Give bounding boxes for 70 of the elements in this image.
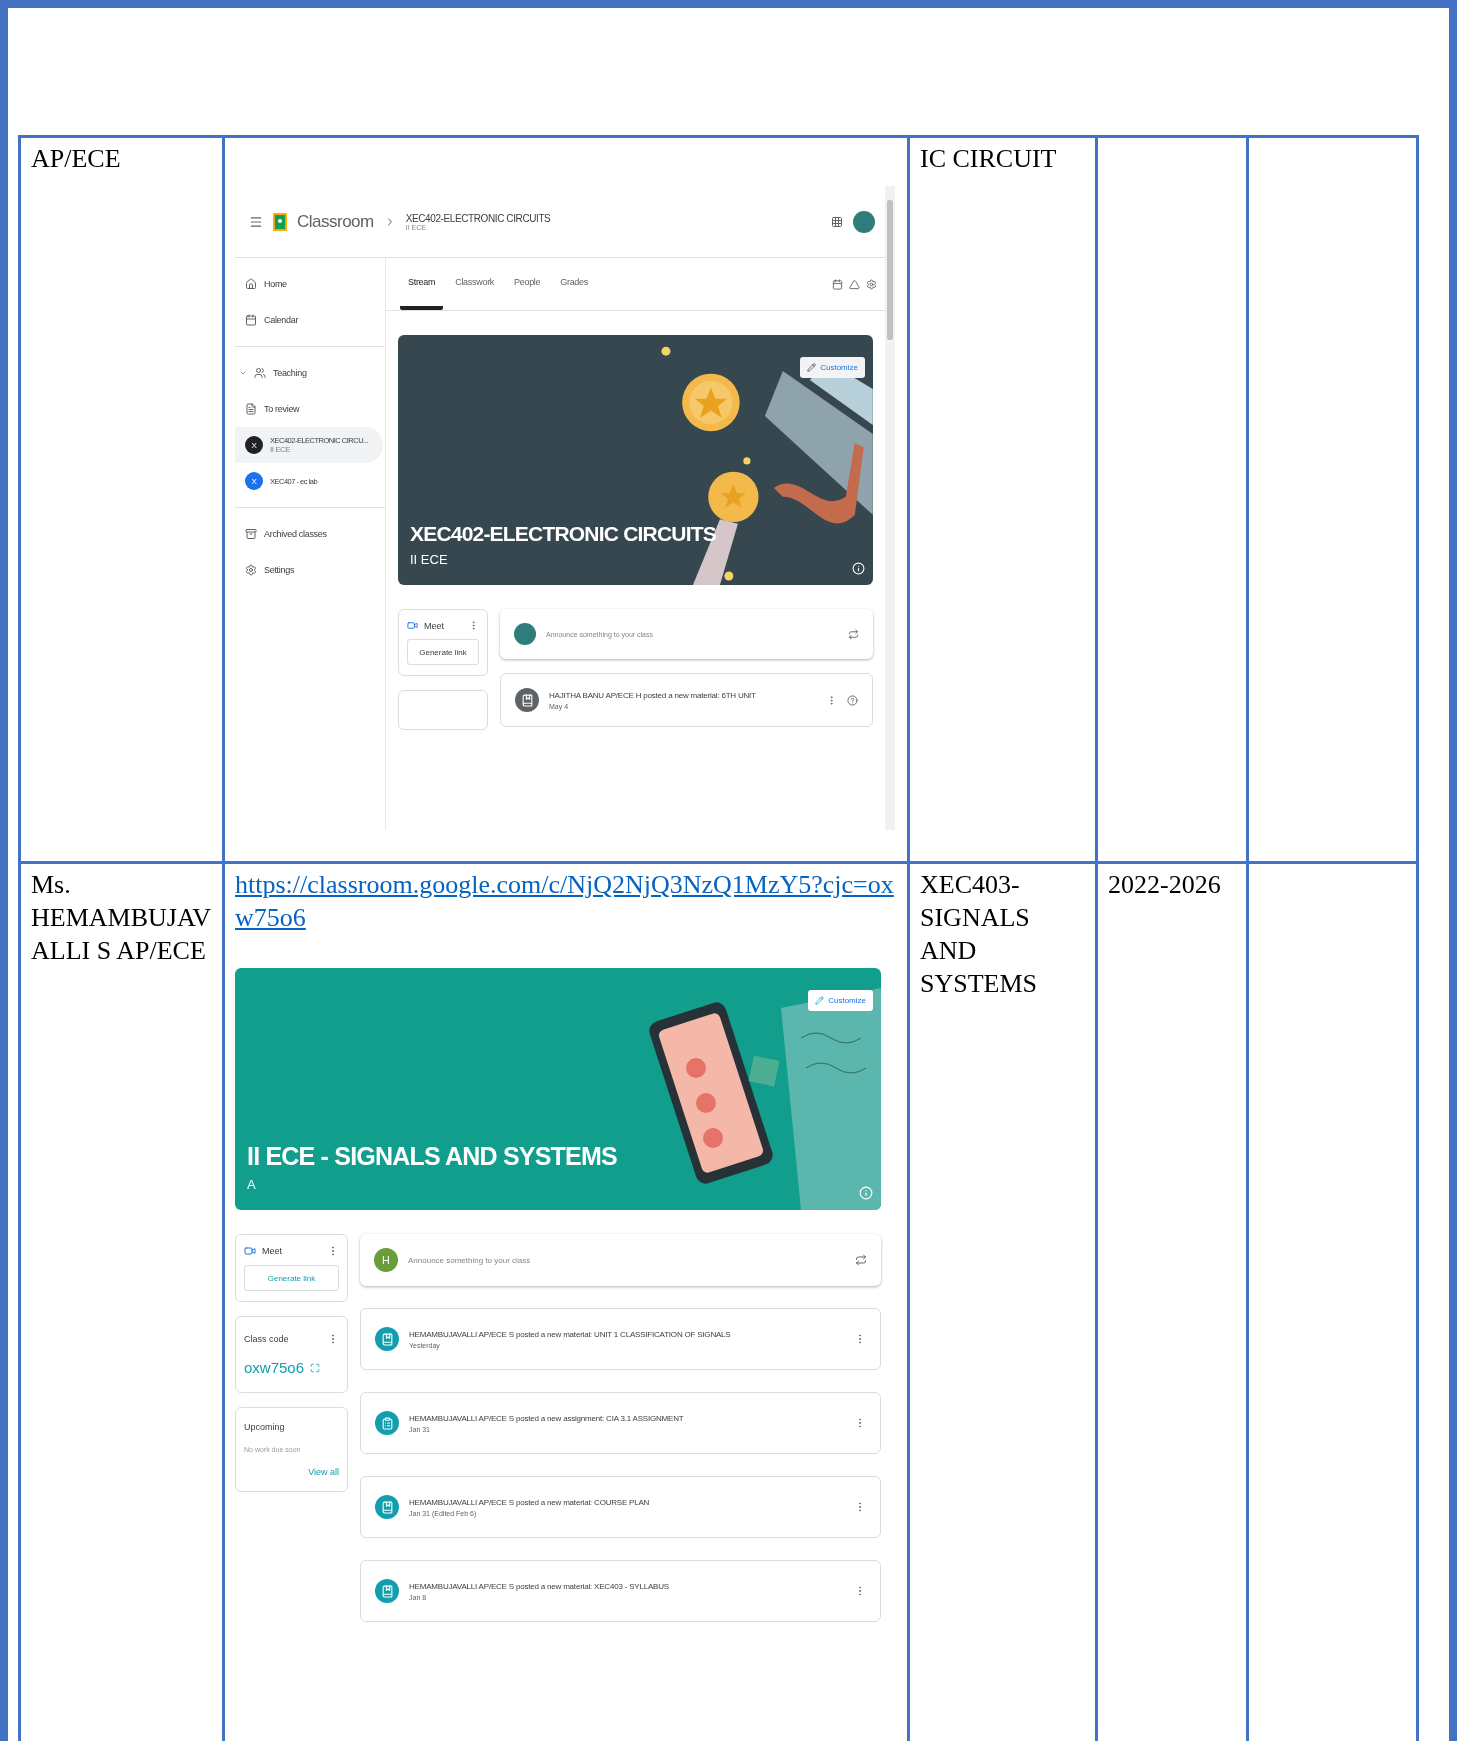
- announce-placeholder: Announce something to your class: [408, 1255, 532, 1265]
- post-text: HEMAMBUJAVALLI AP/ECE S posted a new material: COURSE PLAN: [409, 1497, 651, 1507]
- avatar-icon: H: [374, 1248, 398, 1272]
- repost-icon[interactable]: [855, 1254, 867, 1266]
- class-code: oxw75o6: [244, 1359, 305, 1376]
- avatar-icon[interactable]: [853, 210, 875, 233]
- drive-icon[interactable]: [849, 278, 860, 290]
- customize-button[interactable]: Customize: [800, 357, 865, 378]
- apps-grid-icon[interactable]: [831, 215, 843, 228]
- settings-icon[interactable]: [866, 278, 877, 290]
- menu-icon[interactable]: [249, 214, 263, 229]
- bookmark-icon: [375, 1327, 399, 1351]
- sidebar-item[interactable]: Archived classes: [235, 516, 383, 552]
- home-icon: [245, 278, 257, 290]
- fullscreen-icon[interactable]: [310, 1362, 321, 1373]
- avatar-icon: [514, 623, 536, 645]
- sidebar-item[interactable]: To review: [235, 391, 383, 427]
- cell-text: AP/ECE: [31, 143, 122, 175]
- sidebar-item[interactable]: Settings: [235, 552, 383, 588]
- tab[interactable]: People: [506, 258, 549, 310]
- repost-icon[interactable]: [848, 628, 859, 640]
- post-text: HAJITHA BANU AP/ECE H posted a new material: 6TH UNIT: [549, 690, 757, 700]
- generate-link-button[interactable]: Generate link: [407, 639, 479, 665]
- class-title: XEC402-ELECTRONIC CIRCUITS: [405, 212, 552, 224]
- app-logo-icon: [273, 212, 287, 231]
- post-text: HEMAMBUJAVALLI AP/ECE S posted a new material: XEC403 - SYLLABUS: [409, 1581, 670, 1591]
- help-icon[interactable]: [847, 694, 858, 706]
- tab[interactable]: Classwork: [447, 258, 503, 310]
- calendar-icon[interactable]: [832, 278, 843, 290]
- video-camera-icon: [407, 620, 418, 631]
- bookmark-icon: [375, 1579, 399, 1603]
- cell-text: XEC403- SIGNALS AND SYSTEMS: [920, 869, 1039, 1000]
- classroom-link[interactable]: https://classroom.google.com/c/NjQ2NjQ3NzQ1MzY5?cjc=oxw75o6: [235, 868, 897, 934]
- sidebar-item[interactable]: Teaching: [235, 355, 383, 391]
- upcoming-label: Upcoming: [244, 1422, 286, 1432]
- banner-section: II ECE: [410, 552, 861, 567]
- bookmark-icon: [375, 1495, 399, 1519]
- settings-icon: [245, 564, 257, 576]
- banner-title: II ECE - SIGNALS AND SYSTEMS: [247, 1142, 618, 1171]
- class-avatar: X: [245, 472, 263, 490]
- tab[interactable]: Grades: [552, 258, 596, 310]
- sidebar-item[interactable]: Calendar: [235, 302, 383, 338]
- announce-field[interactable]: H Announce something to your class: [360, 1234, 881, 1286]
- people-icon: [254, 367, 266, 379]
- class-code-label: Class code: [244, 1334, 290, 1344]
- app-name: Classroom: [297, 211, 374, 232]
- cell-text: 2022-2026: [1108, 869, 1222, 901]
- cell-text: Ms. HEMAMBUJAVALLI S AP/ECE: [31, 869, 212, 967]
- clipboard-icon: [375, 1411, 399, 1435]
- caret-icon: [239, 369, 247, 377]
- archive-icon: [245, 528, 257, 540]
- banner-section: A: [247, 1177, 869, 1192]
- bookmark-icon: [515, 688, 539, 712]
- tab[interactable]: Stream: [400, 258, 444, 310]
- meet-label: Meet: [424, 620, 445, 631]
- video-camera-icon: [244, 1245, 256, 1257]
- post-text: HEMAMBUJAVALLI AP/ECE S posted a new material: UNIT 1 CLASSIFICATION OF SIGNALS: [409, 1329, 732, 1339]
- document-icon: [245, 403, 257, 415]
- meet-label: Meet: [262, 1246, 283, 1256]
- class-section: II ECE: [270, 445, 368, 454]
- customize-button[interactable]: Customize: [808, 990, 873, 1011]
- sidebar-item[interactable]: Home: [235, 266, 383, 302]
- cell-text: IC CIRCUIT: [920, 143, 1058, 175]
- calendar-icon: [245, 314, 257, 326]
- pencil-icon: [807, 363, 817, 372]
- scrollbar[interactable]: [885, 186, 895, 830]
- pencil-icon: [815, 996, 825, 1005]
- post-text: HEMAMBUJAVALLI AP/ECE S posted a new assignment: CIA 3.1 ASSIGNMENT: [409, 1413, 685, 1423]
- class-avatar: X: [245, 436, 263, 454]
- info-icon[interactable]: [852, 562, 865, 575]
